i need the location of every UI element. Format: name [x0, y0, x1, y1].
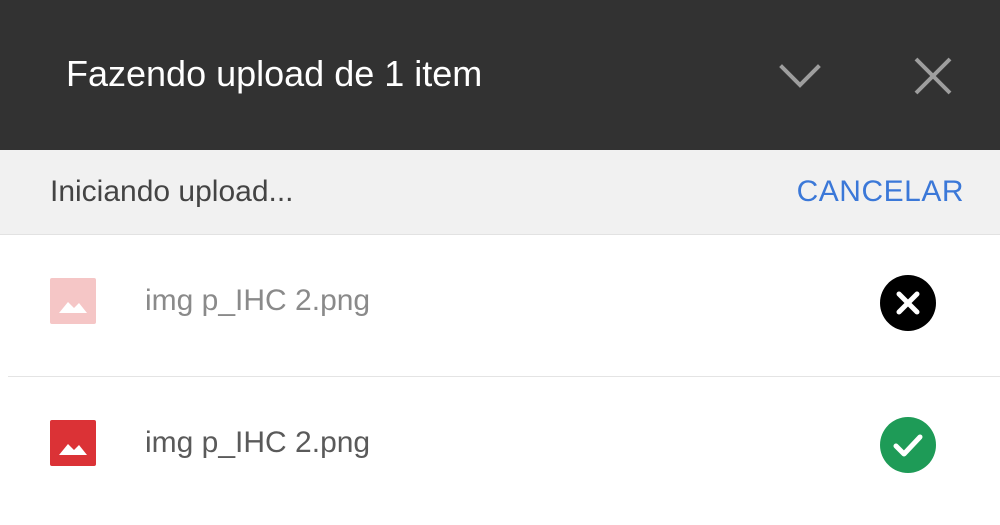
- success-check-icon: [880, 417, 936, 473]
- chevron-down-icon: [779, 64, 821, 88]
- upload-title: Fazendo upload de 1 item: [66, 53, 483, 94]
- upload-file-row[interactable]: img p_IHC 2.png: [0, 235, 1000, 375]
- image-file-icon: [50, 420, 96, 466]
- close-icon: [914, 57, 952, 95]
- close-button[interactable]: [903, 46, 963, 106]
- upload-status-bar: Iniciando upload... CANCELAR: [0, 150, 1000, 235]
- file-name: img p_IHC 2.png: [145, 284, 371, 317]
- file-name: img p_IHC 2.png: [145, 426, 371, 459]
- upload-header: Fazendo upload de 1 item: [0, 0, 1000, 150]
- error-x-icon[interactable]: [880, 275, 936, 331]
- upload-file-row[interactable]: img p_IHC 2.png: [0, 377, 1000, 517]
- upload-panel: Fazendo upload de 1 item Iniciando uploa…: [0, 0, 1000, 525]
- cancel-button[interactable]: CANCELAR: [797, 172, 964, 212]
- image-file-icon: [50, 278, 96, 324]
- collapse-button[interactable]: [770, 46, 830, 106]
- upload-status-text: Iniciando upload...: [50, 175, 294, 208]
